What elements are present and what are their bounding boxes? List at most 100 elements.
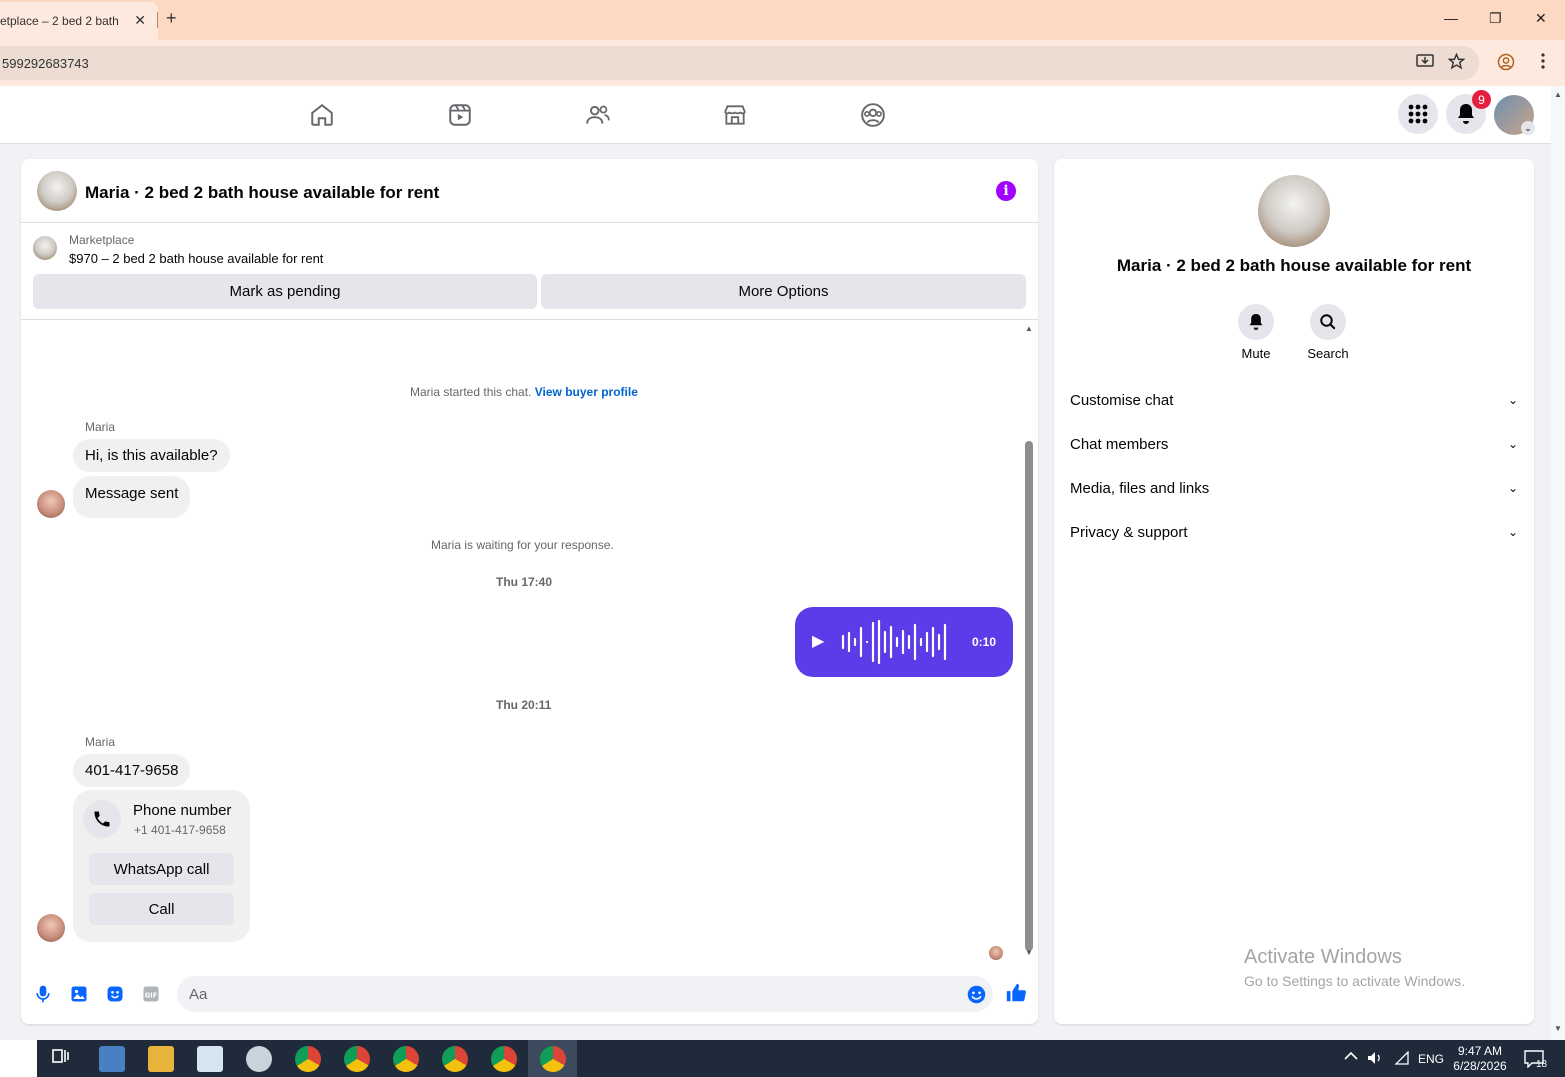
taskbar-start-area: [0, 1040, 37, 1077]
tab-title: etplace – 2 bed 2 bath: [0, 14, 119, 28]
system-clock[interactable]: 9:47 AM 6/28/2026: [1440, 1044, 1520, 1074]
microphone-icon[interactable]: [33, 984, 53, 1004]
photo-icon[interactable]: [69, 984, 89, 1004]
friends-icon[interactable]: [585, 102, 611, 128]
phone-contact-card: Phone number +1 401-417-9658 WhatsApp ca…: [73, 790, 250, 942]
chevron-down-icon[interactable]: ⌄: [1521, 121, 1535, 135]
close-window-button[interactable]: ✕: [1535, 10, 1547, 27]
maria-avatar[interactable]: [37, 490, 65, 518]
activate-windows-watermark: Activate Windows Go to Settings to activ…: [1244, 946, 1465, 989]
media-files-section[interactable]: Media, files and links ⌄: [1070, 468, 1518, 508]
task-view-icon[interactable]: [50, 1046, 76, 1072]
profile-icon[interactable]: [1497, 53, 1515, 75]
chrome-icon[interactable]: [393, 1046, 419, 1072]
chat-panel: Maria · 2 bed 2 bath house available for…: [21, 159, 1038, 1024]
minimize-button[interactable]: —: [1444, 10, 1458, 26]
file-explorer-icon[interactable]: [148, 1046, 174, 1072]
marketplace-label: Marketplace: [69, 233, 135, 247]
info-icon[interactable]: i: [996, 181, 1016, 201]
view-buyer-profile-link[interactable]: View buyer profile: [535, 385, 638, 399]
mute-button[interactable]: Mute: [1226, 304, 1286, 361]
bookmark-star-icon[interactable]: [1447, 52, 1466, 74]
volume-icon[interactable]: [1367, 1051, 1383, 1068]
mark-pending-button[interactable]: Mark as pending: [33, 274, 537, 309]
more-options-button[interactable]: More Options: [541, 274, 1026, 309]
sticker-icon[interactable]: [105, 984, 125, 1004]
message-input[interactable]: Aa: [177, 976, 993, 1012]
chat-scroll-thumb[interactable]: [1025, 441, 1033, 951]
listing-thumbnail[interactable]: [33, 236, 57, 260]
message-composer: GIF Aa: [21, 964, 1038, 1024]
section-label: Customise chat: [1070, 391, 1174, 409]
app-icon[interactable]: [246, 1046, 272, 1072]
chat-members-section[interactable]: Chat members ⌄: [1070, 424, 1518, 464]
section-label: Chat members: [1070, 435, 1169, 453]
new-tab-button[interactable]: +: [166, 8, 177, 29]
customise-chat-section[interactable]: Customise chat ⌄: [1070, 380, 1518, 420]
conversation-details-panel: Maria · 2 bed 2 bath house available for…: [1054, 159, 1534, 1024]
play-icon[interactable]: ▶: [812, 631, 824, 651]
like-thumbs-up-icon[interactable]: [1005, 982, 1026, 1002]
home-icon[interactable]: [309, 102, 335, 128]
groups-icon[interactable]: [860, 102, 886, 128]
chrome-icon[interactable]: [344, 1046, 370, 1072]
message-bubble[interactable]: Hi, is this available?: [73, 439, 230, 472]
marketplace-listing-row: Marketplace $970 – 2 bed 2 bath house av…: [21, 224, 1038, 320]
browser-menu-icon[interactable]: [1540, 53, 1546, 73]
search-button[interactable]: Search: [1298, 304, 1358, 361]
listing-title[interactable]: $970 – 2 bed 2 bath house available for …: [69, 251, 323, 266]
video-icon[interactable]: [447, 102, 473, 128]
details-title: Maria · 2 bed 2 bath house available for…: [1116, 256, 1472, 275]
voice-duration: 0:10: [972, 635, 997, 649]
seen-indicator-avatar: [989, 946, 1003, 960]
phone-number-value: +1 401-417-9658: [134, 823, 226, 837]
chat-scroll-down-icon[interactable]: ▼: [1025, 948, 1033, 957]
scroll-up-arrow-icon[interactable]: ▲: [1554, 90, 1562, 99]
whatsapp-call-button[interactable]: WhatsApp call: [89, 853, 234, 885]
install-app-icon[interactable]: [1416, 53, 1434, 73]
waiting-notice: Maria is waiting for your response.: [431, 538, 614, 552]
chevron-down-icon: ⌄: [1507, 393, 1518, 407]
bell-icon: [1458, 104, 1474, 124]
url-field[interactable]: 599292683743: [0, 46, 1479, 80]
listing-avatar[interactable]: [37, 171, 77, 211]
chrome-icon[interactable]: [540, 1046, 566, 1072]
notepad-icon[interactable]: [197, 1046, 223, 1072]
call-button[interactable]: Call: [89, 893, 234, 925]
browser-tab[interactable]: etplace – 2 bed 2 bath ✕: [0, 2, 158, 40]
emoji-icon[interactable]: [966, 984, 986, 1004]
show-hidden-icons-icon[interactable]: [1344, 1050, 1358, 1064]
chrome-icon[interactable]: [491, 1046, 517, 1072]
restore-button[interactable]: ❐: [1489, 10, 1502, 27]
bell-icon: [1238, 304, 1274, 340]
privacy-support-section[interactable]: Privacy & support ⌄: [1070, 512, 1518, 552]
listing-avatar-large[interactable]: [1258, 175, 1330, 247]
scroll-down-arrow-icon[interactable]: ▼: [1554, 1024, 1562, 1033]
message-bubble[interactable]: Message sent: [73, 476, 191, 518]
marketplace-icon[interactable]: [722, 102, 748, 128]
facebook-top-nav: [0, 86, 1551, 144]
page-scrollbar[interactable]: ▲ ▼: [1551, 86, 1565, 1040]
chrome-icon[interactable]: [442, 1046, 468, 1072]
this-pc-icon[interactable]: [99, 1046, 125, 1072]
maria-avatar[interactable]: [37, 914, 65, 942]
svg-text:GIF: GIF: [145, 991, 158, 999]
chat-header: Maria · 2 bed 2 bath house available for…: [21, 159, 1038, 223]
chat-scrollbar[interactable]: ▲ ▼: [1022, 321, 1036, 961]
gif-icon[interactable]: GIF: [141, 984, 161, 1004]
voice-message[interactable]: ▶ 0:10: [795, 607, 1013, 677]
section-label: Privacy & support: [1070, 523, 1188, 541]
sender-name: Maria: [85, 735, 116, 749]
activate-title: Activate Windows: [1244, 946, 1402, 968]
mute-label: Mute: [1241, 346, 1271, 361]
message-bubble[interactable]: 401-417-9658: [73, 754, 191, 787]
tab-close-icon[interactable]: ✕: [134, 12, 146, 29]
wifi-icon[interactable]: [1394, 1050, 1410, 1068]
menu-grid-button[interactable]: [1398, 94, 1438, 134]
phone-number-label: Phone number: [133, 802, 232, 819]
address-bar-area: 599292683743: [0, 40, 1565, 86]
chrome-icon[interactable]: [295, 1046, 321, 1072]
chat-scroll-up-icon[interactable]: ▲: [1025, 324, 1033, 333]
chevron-down-icon: ⌄: [1507, 437, 1518, 451]
chat-title[interactable]: Maria · 2 bed 2 bath house available for…: [85, 183, 439, 203]
